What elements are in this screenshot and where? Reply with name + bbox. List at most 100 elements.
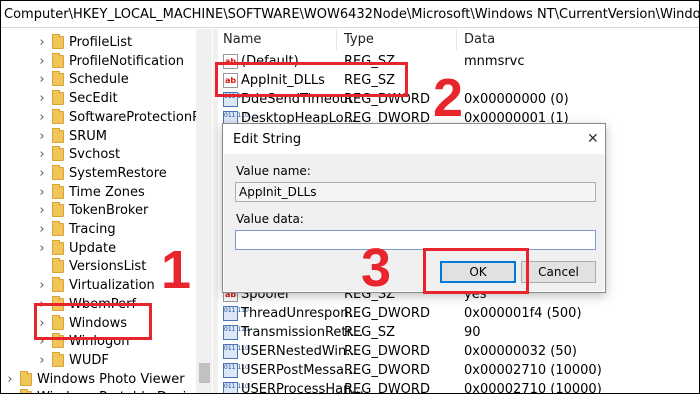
tree-item-label: SoftwareProtectionPlatf [69,109,208,125]
close-icon[interactable]: ✕ [587,131,599,147]
value-data: 0x00000000 (0) [464,92,569,107]
highlight-windows-key [34,303,152,340]
registry-editor-window: Computer\HKEY_LOCAL_MACHINE\SOFTWARE\WOW… [0,0,700,394]
tree-item-label: Windows Photo Viewer [37,371,185,387]
folder-icon [52,277,64,293]
value-type: REG_DWORD [344,306,430,321]
folder-icon [52,221,64,236]
folder-icon [52,164,64,180]
value-row[interactable]: 011 110 USERNestedWin... REG_DWORD 0x000000… [218,342,699,361]
value-data: 0x00002710 (10000) [464,363,602,378]
folder-icon [52,351,64,367]
chevron-right-icon[interactable]: › [37,201,47,220]
tree-item-label: SecEdit [69,91,118,107]
folder-icon [52,258,64,274]
chevron-right-icon[interactable]: › [37,183,47,202]
step-3-marker: 3 [361,238,392,298]
chevron-right-icon[interactable]: › [37,108,47,127]
tree-item-label: ProfileNotification [69,53,185,69]
value-data-label: Value data: [236,212,304,226]
chevron-right-icon[interactable]: › [5,388,15,393]
column-divider[interactable] [336,29,337,50]
tree-item[interactable]: › Svchost [1,145,196,164]
tree-item-label: Windows Portable Devices [37,388,208,393]
value-type: REG_DWORD [344,344,430,359]
value-name-field: AppInit_DLLs [235,182,596,202]
tree-item[interactable]: › Schedule [1,70,196,89]
folder-icon [52,34,64,49]
chevron-right-icon[interactable]: › [5,370,15,389]
chevron-right-icon[interactable]: › [37,70,47,89]
tree-item-label: SystemRestore [69,165,167,181]
value-type: REG_SZ [344,325,395,340]
tree-item-label: Tracing [69,222,116,237]
dialog-title: Edit String [233,132,302,147]
value-row[interactable]: 011 110 USERPostMessa... REG_DWORD 0x000027… [218,361,699,380]
tree-item-label: Virtualization [69,278,155,294]
tree-item[interactable]: › Tracing [1,220,196,239]
binary-value-icon: 011 110 [223,325,249,340]
value-name: ThreadUnrespon... [241,306,361,321]
tree-item[interactable]: › SecEdit [1,89,196,108]
tree-item-label: SRUM [69,128,108,144]
binary-value-icon: 011 110 [223,306,249,321]
column-header-type[interactable]: Type [344,29,374,50]
step-1-marker: 1 [161,240,192,300]
cancel-button[interactable]: Cancel [521,261,596,283]
chevron-right-icon[interactable]: › [37,351,47,370]
folder-icon [20,389,32,393]
highlight-appinit-dlls [215,62,408,97]
value-data: 90 [464,325,481,340]
folder-icon [52,71,64,87]
value-row[interactable]: 011 110 USERProcessHan... REG_DWORD 0x00002… [218,380,699,393]
value-type: REG_DWORD [344,382,430,393]
tree-item[interactable]: › SystemRestore [1,164,196,183]
tree-item[interactable]: › ProfileNotification [1,52,196,71]
folder-icon [20,370,32,386]
tree-item-label: Schedule [69,72,129,88]
tree-item-label: VersionsList [69,259,147,275]
chevron-right-icon[interactable]: › [37,127,47,146]
address-bar[interactable]: Computer\HKEY_LOCAL_MACHINE\SOFTWARE\WOW… [1,1,699,28]
tree-item[interactable]: › ProfileList [1,33,196,52]
tree-item[interactable]: › Windows Portable Devices [1,388,208,393]
chevron-right-icon[interactable]: › [37,164,47,183]
value-row[interactable]: 011 110 ThreadUnrespon... REG_DWORD 0x00000… [218,304,699,323]
chevron-right-icon[interactable]: › [37,33,47,52]
value-data: 0x000001f4 (500) [464,306,582,321]
tree-item-label: Svchost [69,147,121,163]
chevron-right-icon[interactable]: › [37,276,47,295]
folder-icon [52,146,64,162]
chevron-right-icon[interactable]: › [37,89,47,108]
column-header-data[interactable]: Data [464,29,495,50]
step-2-marker: 2 [433,68,464,128]
folder-icon [52,52,64,68]
column-header-name[interactable]: Name [223,29,261,50]
tree-item-label: TokenBroker [69,203,149,219]
tree-item[interactable]: › SRUM [1,127,196,146]
value-name-label: Value name: [236,164,311,178]
tree-item[interactable]: › SoftwareProtectionPlatf [1,108,208,127]
tree-scrollbar-thumb[interactable] [199,363,210,383]
tree-item[interactable]: › TokenBroker [1,201,196,220]
chevron-right-icon[interactable]: › [37,145,47,164]
value-data: 0x00002710 (10000) [464,382,602,393]
tree-item-label: Update [69,240,117,256]
chevron-right-icon[interactable]: › [37,239,47,258]
column-divider[interactable] [456,29,457,50]
value-data: 0x00000032 (50) [464,344,577,359]
value-name: USERPostMessa... [241,363,357,378]
tree-item[interactable]: › Time Zones [1,183,196,202]
folder-icon [52,202,64,218]
value-name: USERNestedWin... [241,344,359,359]
chevron-right-icon[interactable]: › [37,220,47,239]
tree-item-label: WUDF [69,352,109,368]
tree-item[interactable]: › Windows Photo Viewer [1,370,196,389]
edit-string-dialog: Edit String ✕ Value name: AppInit_DLLs V… [222,123,606,293]
value-row[interactable]: 011 110 TransmissionRetr... REG_SZ 90 [218,323,699,342]
tree-item[interactable]: › WUDF [1,351,196,370]
tree-scrollbar[interactable] [196,29,212,393]
chevron-right-icon[interactable]: › [37,52,47,71]
folder-icon [52,183,64,199]
value-data-input[interactable] [235,230,596,250]
